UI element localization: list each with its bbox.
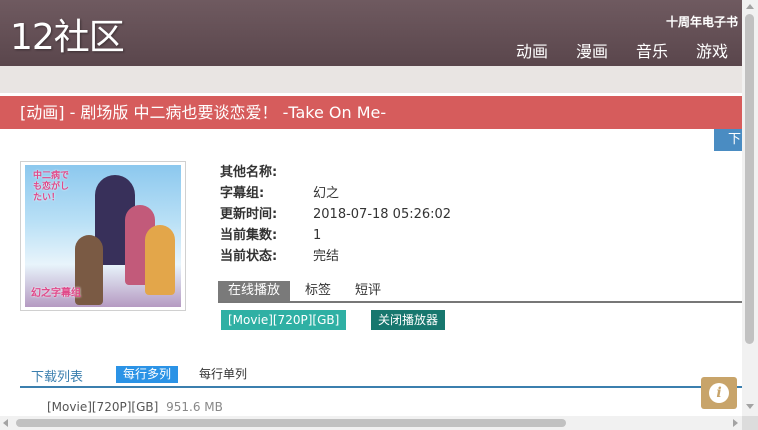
horizontal-scroll-thumb[interactable]	[16, 419, 566, 427]
horizontal-scrollbar[interactable]	[0, 416, 742, 430]
info-label: 其他名称:	[220, 165, 278, 180]
header-band	[0, 66, 742, 93]
option-single-column[interactable]: 每行单列	[199, 366, 247, 383]
info-row-other-names: 其他名称:	[220, 162, 451, 183]
info-row-updated: 更新时间: 2018-07-18 05:26:02	[220, 204, 451, 225]
nav-manga[interactable]: 漫画	[576, 38, 608, 62]
main-nav: 动画 漫画 音乐 游戏	[488, 38, 728, 62]
info-label: 当前集数:	[220, 228, 278, 243]
site-header: 12社区 十周年电子书 动画 漫画 音乐 游戏	[0, 0, 742, 66]
info-value[interactable]: 幻之	[313, 183, 339, 204]
vertical-scroll-thumb[interactable]	[745, 14, 754, 344]
cover-frame: 中二病でも恋がしたい！ 幻之字幕组	[20, 161, 186, 311]
info-row-episodes: 当前集数: 1	[220, 225, 451, 246]
file-name[interactable]: [Movie][720P][GB]	[47, 400, 158, 414]
download-button[interactable]: 下	[714, 129, 742, 151]
info-label: 字幕组:	[220, 186, 265, 201]
tab-tags[interactable]: 标签	[296, 281, 340, 301]
info-label: 当前状态:	[220, 249, 278, 264]
nav-games[interactable]: 游戏	[696, 38, 728, 62]
info-row-status: 当前状态: 完结	[220, 246, 451, 267]
info-float-button[interactable]: i	[701, 377, 737, 409]
cover-image: 中二病でも恋がしたい！ 幻之字幕组	[25, 165, 181, 307]
nav-music[interactable]: 音乐	[636, 38, 668, 62]
vertical-scrollbar[interactable]	[742, 0, 758, 416]
info-table: 其他名称: 字幕组: 幻之 更新时间: 2018-07-18 05:26:02 …	[220, 162, 451, 267]
scroll-down-icon[interactable]	[746, 404, 754, 409]
nav-anime[interactable]: 动画	[516, 38, 548, 62]
tab-online-play[interactable]: 在线播放	[218, 281, 291, 301]
page-title: [动画] - 剧场版 中二病也要谈恋爱！ -Take On Me-	[0, 96, 742, 129]
scroll-up-icon[interactable]	[746, 4, 754, 9]
download-list-title[interactable]: 下载列表	[31, 366, 83, 385]
file-size: 951.6 MB	[166, 400, 223, 414]
site-logo[interactable]: 12社区	[10, 14, 125, 62]
option-multi-column[interactable]: 每行多列	[116, 366, 179, 383]
info-value: 完结	[313, 249, 340, 264]
scrollbar-corner	[742, 416, 758, 430]
scroll-left-icon[interactable]	[3, 419, 8, 427]
scroll-right-icon[interactable]	[733, 419, 738, 427]
info-value: 1	[313, 228, 322, 243]
episode-button[interactable]: [Movie][720P][GB]	[221, 310, 347, 330]
list-item[interactable]: [Movie][720P][GB] 951.6 MB	[47, 400, 223, 414]
tenth-anniversary-link[interactable]: 十周年电子书	[666, 13, 738, 30]
cover-group-text: 幻之字幕组	[31, 288, 81, 299]
info-icon: i	[709, 383, 729, 403]
tab-reviews[interactable]: 短评	[346, 281, 390, 301]
info-label: 更新时间:	[220, 207, 278, 222]
cover-title-text: 中二病でも恋がしたい！	[33, 171, 70, 203]
info-value: 2018-07-18 05:26:02	[313, 207, 452, 222]
download-list-header: 下载列表 每行多列 每行单列	[20, 364, 742, 388]
close-player-button[interactable]: 关闭播放器	[371, 310, 446, 330]
detail-tabs: 在线播放 标签 短评	[218, 281, 742, 303]
info-row-subgroup: 字幕组: 幻之	[220, 183, 451, 204]
